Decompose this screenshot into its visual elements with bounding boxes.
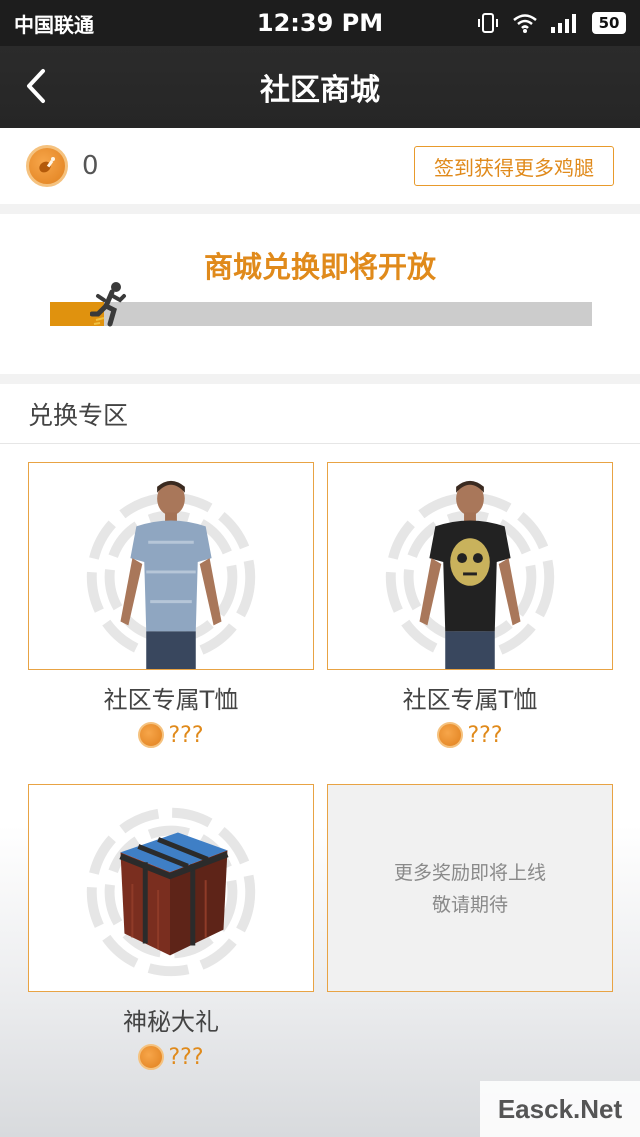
status-bar: 中国联通 12:39 PM 50 (0, 0, 640, 46)
status-icons: 50 (476, 11, 626, 35)
coming-soon-line1: 更多奖励即将上线 (393, 862, 546, 884)
signal-icon (551, 14, 576, 33)
coin-balance: 0 (82, 151, 99, 181)
product-price: ??? (28, 1044, 314, 1070)
drumstick-coin-icon (138, 722, 165, 748)
progress-track (50, 302, 592, 326)
vibrate-icon (478, 13, 498, 33)
drumstick-coin-icon (138, 1044, 165, 1070)
runner-icon (90, 282, 126, 327)
progress-section: 商城兑换即将开放 (0, 214, 640, 374)
watermark: Easck.Net (480, 1081, 640, 1137)
drumstick-coin-icon (26, 145, 68, 187)
black-tshirt-character-image (385, 480, 555, 669)
exchange-section-header: 兑换专区 (0, 384, 640, 444)
drumstick-coin-icon (437, 722, 464, 748)
blue-tshirt-character-image (86, 480, 256, 669)
product-price: ??? (327, 722, 613, 748)
price-value: ??? (467, 722, 503, 748)
price-value: ??? (168, 722, 204, 748)
page-title: 社区商城 (260, 73, 380, 108)
signin-button[interactable]: 签到获得更多鸡腿 (414, 146, 614, 186)
battery-icon: 50 (592, 12, 626, 34)
product-name: 神秘大礼 (123, 1008, 219, 1036)
coming-soon-card: 更多奖励即将上线 敬请期待 (327, 784, 613, 992)
nav-bar: 社区商城 (0, 46, 640, 128)
product-card[interactable] (28, 784, 314, 992)
carrier-name: 中国联通 (14, 12, 94, 37)
wifi-icon (513, 14, 537, 33)
airdrop-crate-image (86, 807, 256, 977)
product-card[interactable] (28, 462, 314, 670)
coming-soon-line2: 敬请期待 (431, 894, 508, 916)
product-price: ??? (28, 722, 314, 748)
back-button[interactable] (18, 68, 54, 104)
exchange-grid: 社区专属T恤 ??? 社区专属T恤 ??? 神秘大礼 ??? 更多奖励即将上线 … (0, 444, 640, 1137)
wallet-row: 0 签到获得更多鸡腿 (0, 128, 640, 204)
coming-soon-text: 更多奖励即将上线 敬请期待 (328, 857, 612, 921)
price-value: ??? (168, 1044, 204, 1070)
product-card[interactable] (327, 462, 613, 670)
chevron-left-icon (27, 69, 45, 103)
product-name: 社区专属T恤 (103, 686, 239, 714)
product-name: 社区专属T恤 (402, 686, 538, 714)
